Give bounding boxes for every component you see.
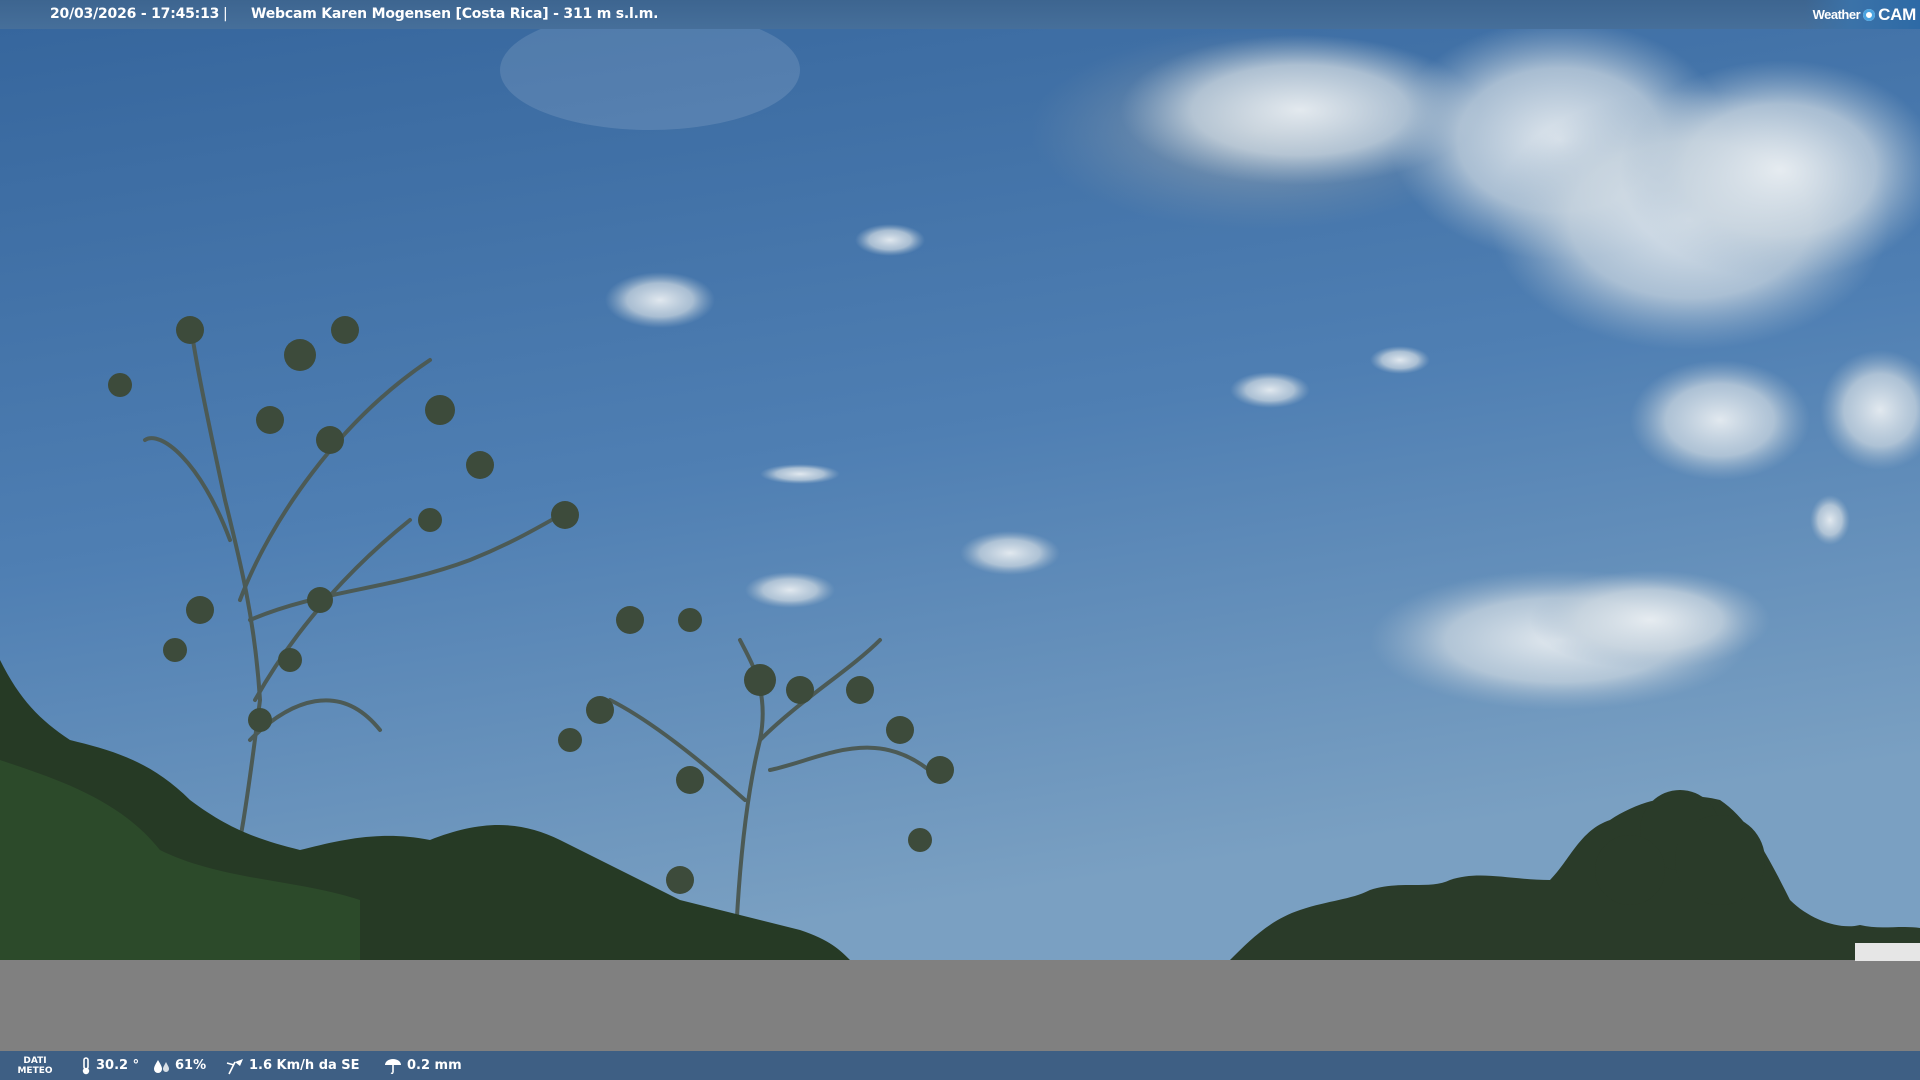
logo-weather-text: Weather (1812, 7, 1861, 22)
separator: | (223, 6, 228, 22)
temperature-value: 30.2 ° (96, 1058, 140, 1073)
rain-icon (385, 1058, 401, 1074)
temperature-stat: 30.2 ° (80, 1056, 140, 1075)
wind-stat: 1.6 Km/h da SE (225, 1057, 360, 1075)
humidity-value: 61% (175, 1058, 207, 1073)
datetime-label: 20/03/2026 - 17:45:13 (50, 6, 220, 22)
dati-line1: DATI (23, 1055, 47, 1066)
rain-value: 0.2 mm (407, 1058, 462, 1073)
logo-cam-text: CAM (1878, 5, 1916, 24)
top-info-bar: 20/03/2026 - 17:45:13 | Webcam Karen Mog… (0, 0, 1920, 29)
webcam-image (0, 0, 1920, 1080)
weather-data-bar: DATI METEO 30.2 ° 61% 1.6 Km/h da SE 0.2… (0, 1051, 1920, 1080)
corner-patch (1855, 943, 1920, 961)
logo-dot-icon (1863, 8, 1876, 21)
dati-line2: METEO (17, 1065, 53, 1076)
wind-icon (226, 1058, 243, 1074)
thermometer-icon (82, 1056, 90, 1074)
dati-meteo-label[interactable]: DATI METEO (0, 1056, 70, 1076)
weathercam-logo[interactable]: Weather CAM (1804, 0, 1920, 29)
humidity-icon (154, 1059, 169, 1073)
rain-stat: 0.2 mm (383, 1057, 462, 1075)
webcam-title: Webcam Karen Mogensen [Costa Rica] - 311… (251, 6, 659, 22)
humidity-stat: 61% (153, 1058, 206, 1074)
wind-value: 1.6 Km/h da SE (249, 1058, 360, 1073)
